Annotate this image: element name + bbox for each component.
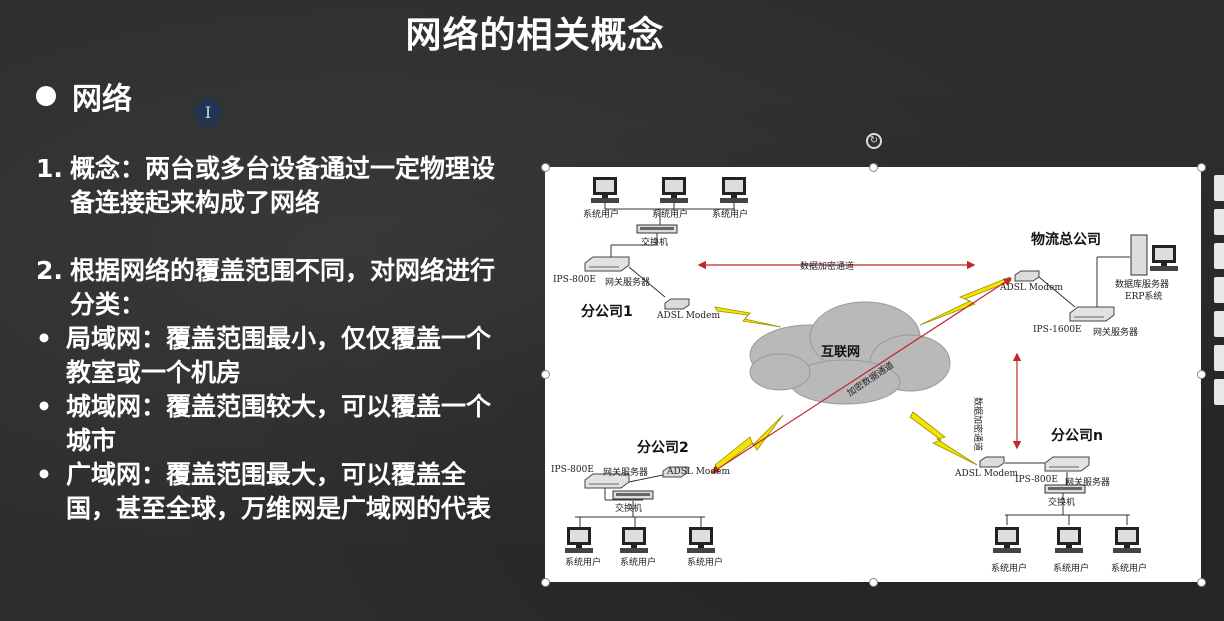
- switch-label: 交换机: [1048, 498, 1076, 508]
- user-label: 系统用户: [1111, 564, 1148, 574]
- resize-handle-top-right[interactable]: [1197, 163, 1206, 172]
- resize-handle-right[interactable]: [1197, 370, 1206, 379]
- user-label: 系统用户: [620, 558, 657, 568]
- side-toolbar: [1214, 175, 1224, 413]
- branchn-label: 分公司n: [1051, 428, 1103, 444]
- model-label: IPS-1600E: [1033, 325, 1082, 335]
- resize-handle-bottom-left[interactable]: [541, 578, 550, 587]
- list-item-wan: • 广域网：覆盖范围最大，可以覆盖全国，甚至全球，万维网是广域网的代表: [36, 458, 506, 526]
- modem-label: ADSL Modem: [657, 311, 720, 321]
- man-text: 城域网：覆盖范围较大，可以覆盖一个城市: [66, 392, 492, 455]
- bullet-dot-icon: [36, 86, 56, 106]
- list-item-lan: • 局域网：覆盖范围最小，仅仅覆盖一个教室或一个机房: [36, 322, 506, 390]
- side-tool-button[interactable]: [1214, 379, 1224, 405]
- classification-list: 2. 根据网络的覆盖范围不同，对网络进行分类： • 局域网：覆盖范围最小，仅仅覆…: [36, 254, 506, 526]
- gateway-label: 网关服务器: [1065, 478, 1111, 488]
- concept-text: 概念：两台或多台设备通过一定物理设备连接起来构成了网络: [70, 154, 496, 217]
- model-label: IPS-800E: [551, 465, 594, 475]
- gateway-label: 网关服务器: [603, 468, 649, 478]
- network-diagram-image[interactable]: 系统用户 系统用户 系统用户 交换机 IPS-800E 网关服务器 ADSL M…: [545, 167, 1201, 582]
- gateway-label: 网关服务器: [605, 278, 651, 288]
- lan-text: 局域网：覆盖范围最小，仅仅覆盖一个教室或一个机房: [66, 324, 492, 387]
- side-tool-button[interactable]: [1214, 209, 1224, 235]
- bullet-heading: 网络: [36, 74, 132, 118]
- side-tool-button[interactable]: [1214, 345, 1224, 371]
- resize-handle-top-left[interactable]: [541, 163, 550, 172]
- branch2-label: 分公司2: [637, 440, 689, 456]
- resize-handle-top[interactable]: [869, 163, 878, 172]
- item-number: 2.: [36, 256, 63, 285]
- concept-item: 1. 概念：两台或多台设备通过一定物理设备连接起来构成了网络: [36, 152, 506, 220]
- wan-text: 广域网：覆盖范围最大，可以覆盖全国，甚至全球，万维网是广域网的代表: [66, 460, 492, 523]
- side-tool-button[interactable]: [1214, 277, 1224, 303]
- model-label: IPS-800E: [1015, 475, 1058, 485]
- sub-bullet: •: [36, 460, 52, 489]
- sub-bullet: •: [36, 324, 52, 353]
- tunnel-label: 数据加密通道: [972, 397, 982, 452]
- slide-title: 网络的相关概念: [405, 15, 665, 56]
- side-tool-button[interactable]: [1214, 175, 1224, 201]
- side-tool-button[interactable]: [1214, 243, 1224, 269]
- user-label: 系统用户: [687, 558, 724, 568]
- bullet-heading-text: 网络: [72, 82, 132, 117]
- user-label: 系统用户: [565, 558, 602, 568]
- rotate-handle-icon[interactable]: ↻: [866, 133, 882, 149]
- gateway-label: 网关服务器: [1093, 328, 1139, 338]
- modem-label: ADSL Modem: [1000, 283, 1063, 293]
- side-tool-button[interactable]: [1214, 311, 1224, 337]
- modem-label: ADSL Modem: [955, 469, 1018, 479]
- erp-label: ERP系统: [1125, 292, 1163, 302]
- switch-label: 交换机: [641, 238, 669, 248]
- resize-handle-bottom[interactable]: [869, 578, 878, 587]
- user-label: 系统用户: [712, 210, 749, 220]
- internet-label: 互联网: [821, 345, 861, 360]
- branch1-label: 分公司1: [581, 304, 633, 320]
- switch-label: 交换机: [615, 504, 643, 514]
- sub-bullet: •: [36, 392, 52, 421]
- user-label: 系统用户: [991, 564, 1028, 574]
- tunnel-label: 数据加密通道: [800, 262, 855, 272]
- list-item-man: • 城域网：覆盖范围较大，可以覆盖一个城市: [36, 390, 506, 458]
- model-label: IPS-800E: [553, 275, 596, 285]
- resize-handle-left[interactable]: [541, 370, 550, 379]
- resize-handle-bottom-right[interactable]: [1197, 578, 1206, 587]
- item-number: 1.: [36, 154, 63, 183]
- user-label: 系统用户: [652, 210, 689, 220]
- user-label: 系统用户: [583, 210, 620, 220]
- modem-label: ADSL Modem: [667, 467, 730, 477]
- classification-text: 根据网络的覆盖范围不同，对网络进行分类：: [70, 256, 496, 319]
- user-label: 系统用户: [1053, 564, 1090, 574]
- hq-label: 物流总公司: [1031, 232, 1101, 248]
- text-cursor-icon: I: [194, 99, 222, 127]
